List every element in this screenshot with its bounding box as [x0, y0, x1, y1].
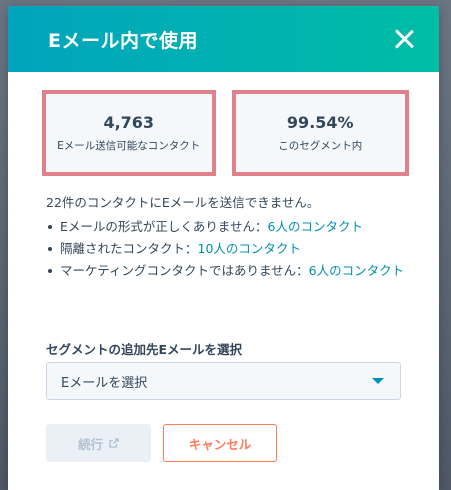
list-item: 隔離されたコンタクト：10人のコンタクト — [46, 238, 409, 260]
modal-actions: 続行 キャンセル — [46, 424, 277, 462]
email-select-label: セグメントの追加先Eメールを選択 — [46, 342, 243, 357]
continue-button[interactable]: 続行 — [46, 424, 151, 462]
modal-title: Eメール内で使用 — [48, 29, 198, 52]
stat-label: Eメール送信可能なコンタクト — [57, 139, 201, 152]
stat-value: 99.54% — [286, 112, 354, 132]
stat-value: 4,763 — [103, 112, 155, 132]
modal-header: Eメール内で使用 — [8, 6, 439, 72]
use-in-email-modal: Eメール内で使用 4,763 Eメール送信可能なコンタクト 99.54% このセ… — [8, 6, 439, 490]
cancel-button[interactable]: キャンセル — [163, 424, 277, 462]
stat-card-emailable: 4,763 Eメール送信可能なコンタクト — [42, 90, 216, 176]
email-select-dropdown[interactable]: Eメールを選択 — [46, 362, 401, 400]
caret-down-icon — [372, 378, 384, 384]
reason-text: マーケティングコンタクトではありません： — [60, 263, 309, 278]
stats-row: 4,763 Eメール送信可能なコンタクト 99.54% このセグメント内 — [42, 90, 409, 176]
stat-label: このセグメント内 — [278, 139, 363, 152]
list-item: Eメールの形式が正しくありません：6人のコンタクト — [46, 216, 409, 238]
email-select-value: Eメールを選択 — [61, 375, 148, 391]
reason-text: Eメールの形式が正しくありません： — [60, 219, 268, 234]
contacts-link[interactable]: 6人のコンタクト — [309, 263, 404, 278]
continue-label: 続行 — [77, 436, 103, 452]
unsendable-summary: 22件のコンタクトにEメールを送信できません。 — [46, 195, 320, 210]
unsendable-info: 22件のコンタクトにEメールを送信できません。 Eメールの形式が正しくありません… — [46, 192, 409, 282]
reason-text: 隔離されたコンタクト： — [60, 241, 198, 256]
close-icon[interactable] — [393, 28, 415, 50]
contacts-link[interactable]: 10人のコンタクト — [198, 241, 301, 256]
list-item: マーケティングコンタクトではありません：6人のコンタクト — [46, 260, 409, 282]
unsendable-list: Eメールの形式が正しくありません：6人のコンタクト 隔離されたコンタクト：10人… — [46, 216, 409, 282]
stat-card-segment: 99.54% このセグメント内 — [231, 90, 409, 176]
external-link-icon — [109, 438, 119, 448]
contacts-link[interactable]: 6人のコンタクト — [268, 219, 363, 234]
